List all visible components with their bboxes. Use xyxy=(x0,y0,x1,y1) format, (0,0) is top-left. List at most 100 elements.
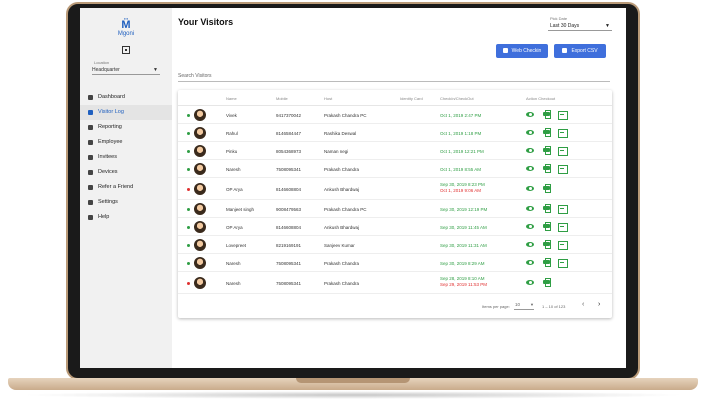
logo-text: Mgoni xyxy=(117,31,135,37)
sidebar-item-label: Help xyxy=(98,214,110,220)
sidebar-item-dashboard[interactable]: Dashboard xyxy=(80,90,172,105)
date-filter-select[interactable]: Last 30 Days ▼ xyxy=(548,21,612,31)
column-header-action: Action Checkout xyxy=(526,96,556,101)
cell-name: Naresh xyxy=(226,167,241,172)
location-select[interactable]: Headquarter ▼ xyxy=(92,65,160,75)
eye-icon[interactable] xyxy=(526,110,535,118)
table-row[interactable]: Manjeet singh 9008479563 Prakash Chandra P… xyxy=(178,200,612,218)
employee-icon xyxy=(88,140,93,145)
status-dot xyxy=(187,167,190,171)
items-per-page-select[interactable]: 10 ▼ xyxy=(514,302,534,310)
table-row[interactable]: Pinku 8054368973 Naman negi Oct 1, 2019 12:… xyxy=(178,142,612,160)
sidebar-item-visitor-log[interactable]: Visitor Log xyxy=(80,105,172,120)
checkin-checkout-cell: Sep 28, 2019 8:10 AM Sep 29, 2019 11:53 P… xyxy=(440,276,487,288)
checkout-icon[interactable] xyxy=(558,240,568,250)
sidebar-item-settings[interactable]: Settings xyxy=(80,195,172,210)
checkin-checkout-cell: Sep 30, 2019 11:45 AM xyxy=(440,225,487,231)
print-icon[interactable] xyxy=(542,146,551,155)
print-icon[interactable] xyxy=(542,184,551,193)
table-row[interactable]: Naresh 7508095341 Prakash Chandra Sep 30, 2… xyxy=(178,254,612,272)
status-dot xyxy=(187,113,190,117)
table-row[interactable]: Naresh 7508095341 Prakash Chandra Sep 28, 2… xyxy=(178,272,612,294)
eye-icon[interactable] xyxy=(526,240,535,248)
qr-code-icon[interactable] xyxy=(122,46,130,54)
sidebar-item-label: Visitor Log xyxy=(98,109,124,115)
eye-icon[interactable] xyxy=(526,164,535,172)
checkout-icon[interactable] xyxy=(558,146,568,156)
cell-name: Pinku xyxy=(226,149,238,154)
device-icon xyxy=(88,170,93,175)
visitors-table: Name Mobile Host Identity Card CheckIn/C… xyxy=(178,90,612,318)
export-csv-label: Export CSV xyxy=(571,48,598,54)
web-checkin-button[interactable]: Web Checkin xyxy=(496,44,548,58)
print-icon[interactable] xyxy=(542,128,551,137)
column-header-host: Host xyxy=(324,96,333,101)
cell-host: Naman negi xyxy=(324,149,349,154)
cell-name: Manjeet singh xyxy=(226,207,255,212)
eye-icon[interactable] xyxy=(526,258,535,266)
sidebar-item-reporting[interactable]: Reporting xyxy=(80,120,172,135)
eye-icon[interactable] xyxy=(526,184,535,192)
print-icon[interactable] xyxy=(542,258,551,267)
print-icon[interactable] xyxy=(542,240,551,249)
previous-page-button[interactable]: ‹ xyxy=(582,301,584,308)
cell-mobile: 8146608804 xyxy=(276,187,302,192)
search-input[interactable]: Search Visitors xyxy=(178,70,610,82)
checkout-icon[interactable] xyxy=(558,204,568,214)
column-header-mobile: Mobile xyxy=(276,96,288,101)
eye-icon[interactable] xyxy=(526,278,535,286)
sidebar-item-help[interactable]: Help xyxy=(80,210,172,225)
table-row[interactable]: Rahul 8146584447 Rashika Deswal Oct 1, 2019… xyxy=(178,124,612,142)
sidebar-item-employee[interactable]: Employee xyxy=(80,135,172,150)
eye-icon[interactable] xyxy=(526,222,535,230)
sidebar-item-label: Invitees xyxy=(98,154,117,160)
table-row[interactable]: Lovepreet 8219169191 Sanjeev Kumar Sep 30, … xyxy=(178,236,612,254)
checkout-icon[interactable] xyxy=(558,164,568,174)
pagination: Items per page: 10 ▼ 1 – 10 of 123 ‹ › xyxy=(178,298,612,314)
checkin-checkout-cell: Oct 1, 2019 1:18 PM xyxy=(440,131,481,137)
print-icon[interactable] xyxy=(542,222,551,231)
avatar xyxy=(194,163,206,175)
table-row[interactable]: Naresh 7508095341 Prakash Chandra Oct 1, 20… xyxy=(178,160,612,178)
checkout-time: Oct 1, 2019 9:06 AM xyxy=(440,188,482,193)
checkout-icon[interactable] xyxy=(558,222,568,232)
cell-mobile: 7508095341 xyxy=(276,261,302,266)
sidebar-item-invitees[interactable]: Invitees xyxy=(80,150,172,165)
cell-host: Prakash Chandra xyxy=(324,167,360,172)
laptop-notch xyxy=(296,378,410,383)
eye-icon[interactable] xyxy=(526,128,535,136)
sidebar: M̈ Mgoni Location Headquarter ▼ Dashboar… xyxy=(80,8,172,368)
status-dot xyxy=(187,243,190,247)
wrench-icon xyxy=(88,200,93,205)
avatar xyxy=(194,145,206,157)
sidebar-item-label: Reporting xyxy=(98,124,122,130)
checkout-icon[interactable] xyxy=(558,258,568,268)
dashboard-icon xyxy=(88,95,93,100)
export-csv-button[interactable]: Export CSV xyxy=(554,44,606,58)
checkout-icon[interactable] xyxy=(558,128,568,138)
chevron-down-icon: ▼ xyxy=(605,23,610,29)
cell-mobile: 9417370042 xyxy=(276,113,302,118)
cell-host: Ankush Bhardwaj xyxy=(324,187,360,192)
print-icon[interactable] xyxy=(542,278,551,287)
print-icon[interactable] xyxy=(542,164,551,173)
checkout-icon[interactable] xyxy=(558,110,568,120)
cell-host: Prakash Chandra PC xyxy=(324,207,367,212)
table-row[interactable]: OP Arya 8146608804 Ankush Bhardwaj Sep 30, … xyxy=(178,178,612,200)
table-row[interactable]: Vivek 9417370042 Prakash Chandra PC Oct 1, … xyxy=(178,106,612,124)
help-icon xyxy=(88,215,93,220)
print-icon[interactable] xyxy=(542,110,551,119)
sidebar-item-refer-a-friend[interactable]: Refer a Friend xyxy=(80,180,172,195)
sidebar-item-devices[interactable]: Devices xyxy=(80,165,172,180)
column-header-identity-card: Identity Card xyxy=(400,96,423,101)
table-row[interactable]: OP Arya 8146608804 Ankush Bhardwaj Sep 30, … xyxy=(178,218,612,236)
eye-icon[interactable] xyxy=(526,204,535,212)
print-icon[interactable] xyxy=(542,204,551,213)
cell-name: Naresh xyxy=(226,281,241,286)
avatar xyxy=(194,183,206,195)
cell-host: Prakash Chandra xyxy=(324,261,360,266)
next-page-button[interactable]: › xyxy=(598,301,600,308)
eye-icon[interactable] xyxy=(526,146,535,154)
checkin-checkout-cell: Sep 30, 2019 8:29 AM xyxy=(440,261,485,267)
app-logo[interactable]: M̈ Mgoni xyxy=(114,20,138,38)
